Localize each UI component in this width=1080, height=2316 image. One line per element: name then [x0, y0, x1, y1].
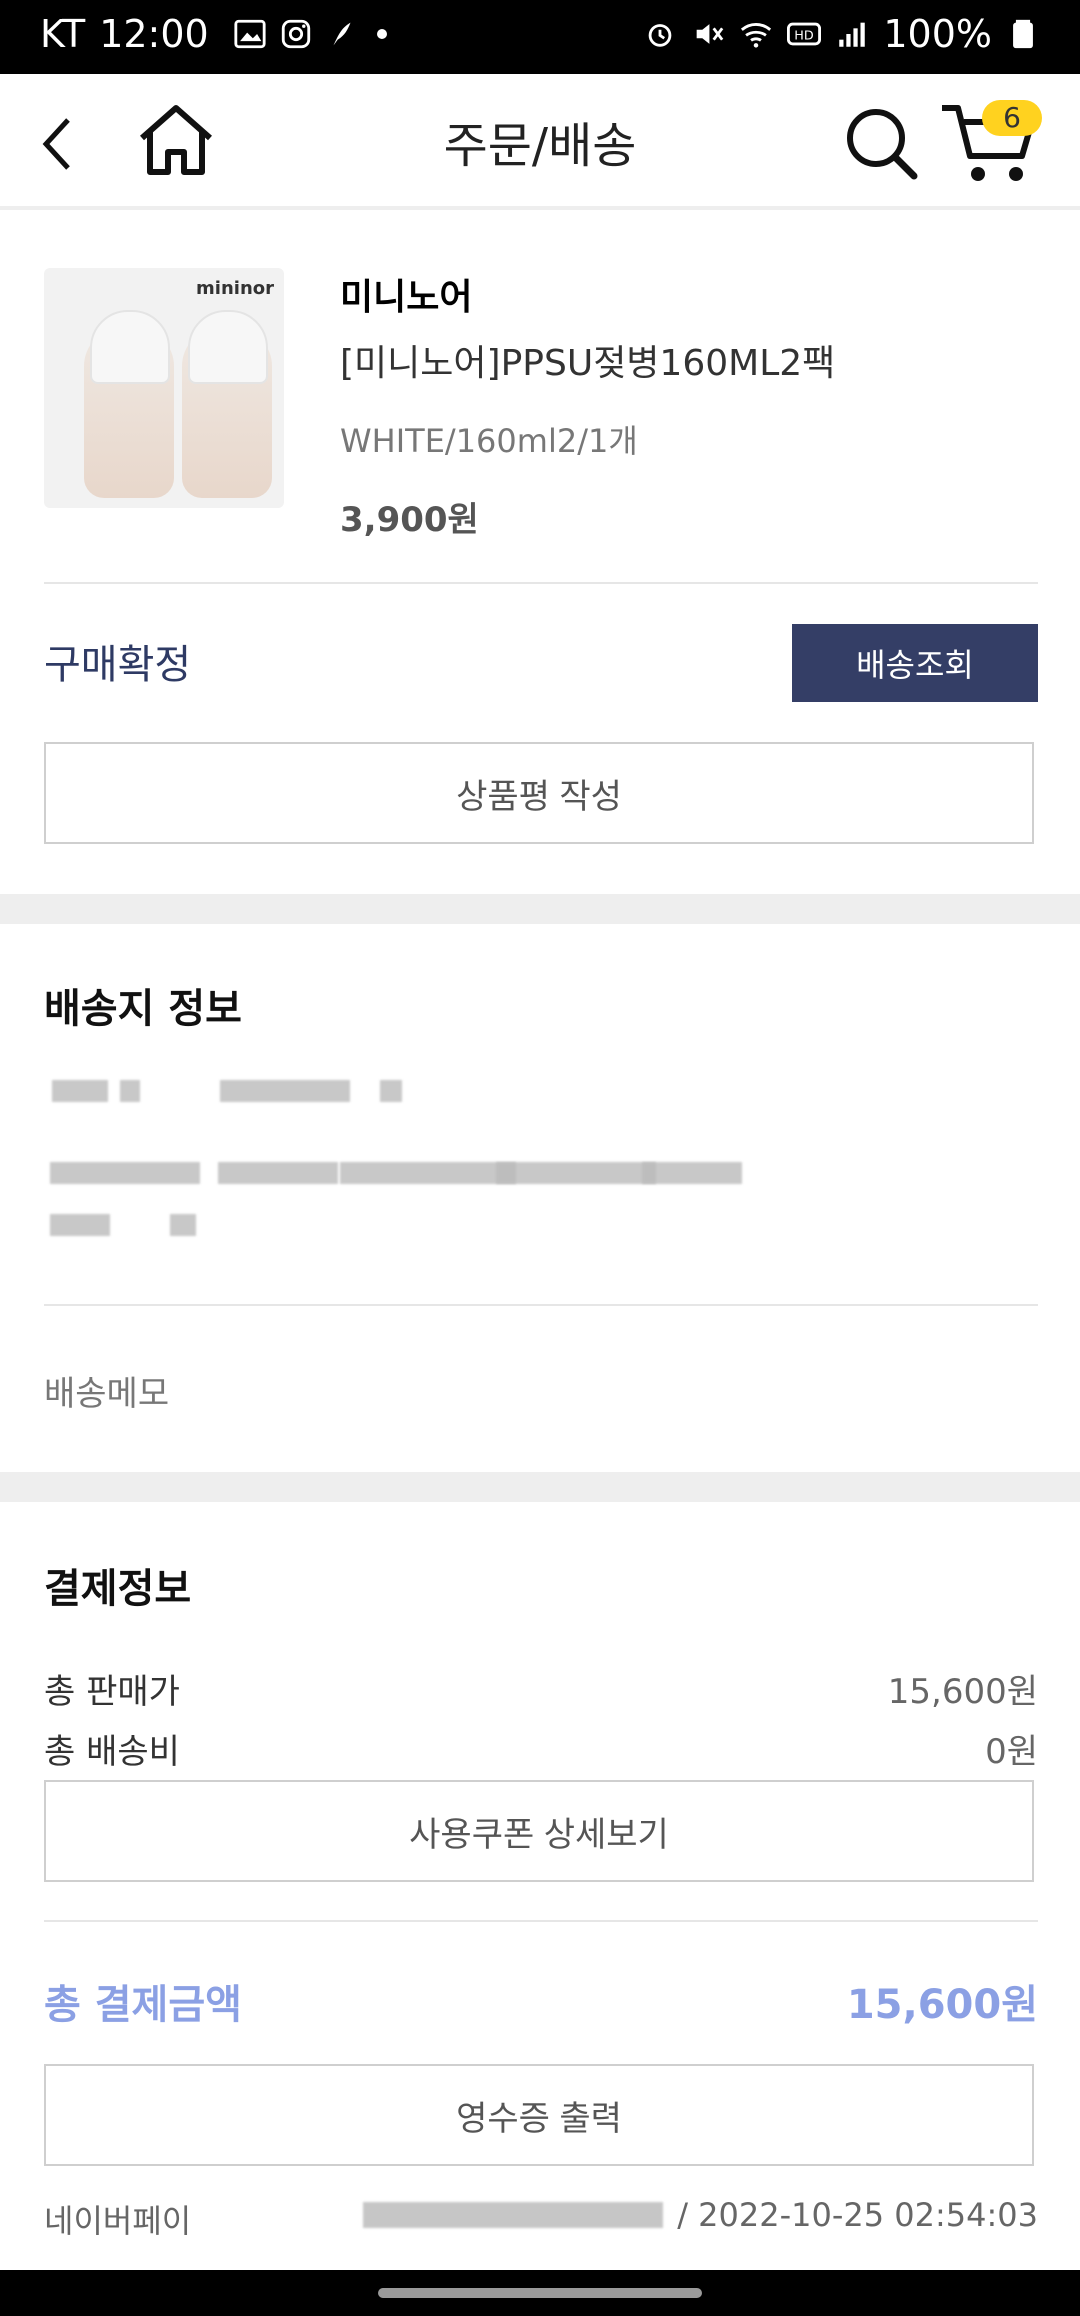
shipping-fee-row: 총 배송비 0원: [44, 1724, 1038, 1773]
mute-icon: [697, 24, 724, 44]
shipping-fee-value: 0원: [985, 1732, 1038, 1772]
total-sale-label: 총 판매가: [44, 1672, 180, 1712]
status-right: HD 100%: [643, 12, 1040, 56]
app-header: 주문/배송: [0, 74, 1080, 208]
status-left: KT 12:00: [40, 12, 387, 56]
address-detail-redacted: [44, 1214, 244, 1250]
carrier-label: KT: [40, 12, 86, 56]
bottle-right-cap-graphic: [188, 310, 268, 384]
address-redacted: [44, 1162, 764, 1198]
bottle-left-cap-graphic: [90, 310, 170, 384]
product-image[interactable]: mininor: [44, 268, 284, 508]
cart-count-badge: 6: [982, 100, 1042, 136]
divider: [44, 582, 1038, 584]
order-product[interactable]: mininor 미니노어 [미니노어]PPSU젖병160ML2팩 WHITE/1…: [44, 268, 1038, 540]
product-image-brand: mininor: [196, 278, 274, 299]
battery-icon: [1013, 19, 1033, 49]
home-gesture-handle[interactable]: [378, 2288, 702, 2298]
payment-info-title: 결제정보: [44, 1566, 192, 1612]
payment-datetime-row: / 2022-10-25 02:54:03: [363, 2196, 1038, 2234]
total-payment-label: 총 결제금액: [44, 1982, 242, 2028]
shipping-info-title: 배송지 정보: [44, 986, 242, 1032]
wifi-icon: [741, 23, 772, 48]
section-separator: [0, 1472, 1080, 1502]
app-notification-icon: [333, 22, 351, 46]
gallery-icon: [234, 19, 266, 49]
instagram-icon: [281, 19, 310, 49]
section-separator: [0, 894, 1080, 924]
clock: 12:00: [99, 12, 209, 56]
svg-text:HD: HD: [795, 29, 815, 44]
total-sale-row: 총 판매가 15,600원: [44, 1664, 1038, 1713]
shipping-fee-label: 총 배송비: [44, 1732, 180, 1772]
total-sale-value: 15,600원: [887, 1672, 1038, 1712]
track-delivery-button[interactable]: 배송조회: [792, 624, 1038, 702]
product-price: 3,900원: [340, 500, 479, 540]
order-status: 구매확정: [44, 642, 192, 688]
total-payment-value: 15,600원: [846, 1982, 1038, 2028]
transaction-id-redacted: [363, 2202, 664, 2228]
notification-icons: [233, 17, 387, 51]
product-brand: 미니노어: [340, 277, 473, 318]
divider: [44, 1304, 1038, 1306]
payment-datetime: / 2022-10-25 02:54:03: [677, 2196, 1038, 2234]
coupon-details-button[interactable]: 사용쿠폰 상세보기: [44, 1780, 1034, 1882]
product-option: WHITE/160ml2/1개: [340, 422, 638, 460]
payment-method: 네이버페이: [44, 2202, 192, 2240]
recipient-redacted: [44, 1080, 444, 1116]
divider: [44, 1920, 1038, 1922]
battery-percent: 100%: [883, 12, 992, 56]
hd-voice-icon: HD: [787, 22, 822, 46]
signal-icon: [839, 22, 866, 47]
status-bar: KT 12:00 HD 100%: [0, 0, 1080, 74]
write-review-button[interactable]: 상품평 작성: [44, 742, 1034, 844]
system-nav-bar: [0, 2270, 1080, 2316]
delivery-memo-label: 배송메모: [44, 1374, 170, 1414]
product-name[interactable]: [미니노어]PPSU젖병160ML2팩: [340, 334, 835, 386]
print-receipt-button[interactable]: 영수증 출력: [44, 2064, 1034, 2166]
header-shadow-divider: [0, 206, 1080, 210]
search-icon[interactable]: [842, 104, 922, 184]
more-notifications-dot: [376, 29, 387, 39]
alarm-icon: [649, 24, 672, 47]
